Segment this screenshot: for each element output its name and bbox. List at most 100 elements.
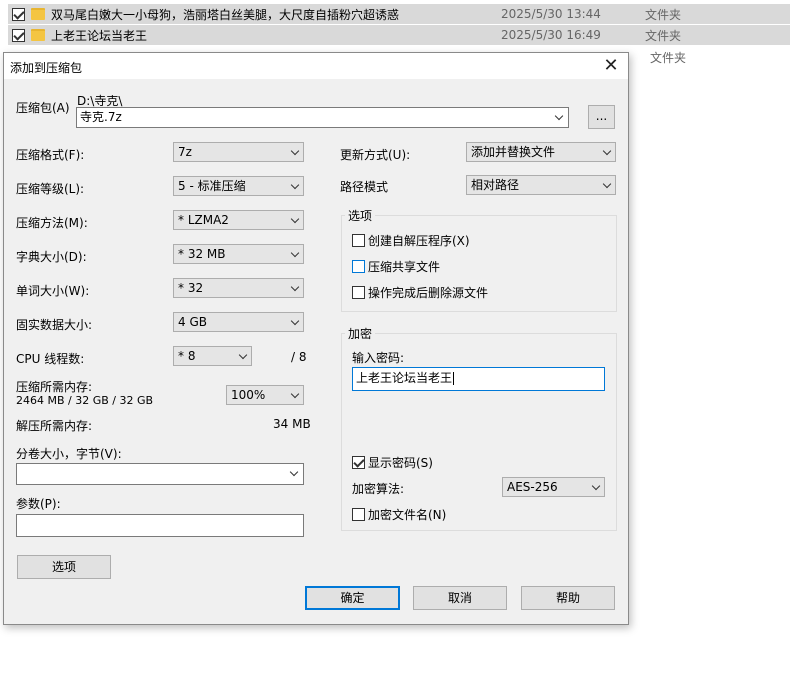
dict-value: * 32 MB	[178, 247, 226, 261]
delete-source-label: 操作完成后删除源文件	[368, 286, 489, 300]
chevron-down-icon	[290, 282, 300, 292]
format-value: 7z	[178, 145, 192, 159]
update-select[interactable]: 添加并替换文件	[466, 142, 616, 162]
chevron-down-icon	[238, 350, 248, 360]
chevron-down-icon	[290, 146, 300, 156]
method-select[interactable]: * LZMA2	[173, 210, 304, 230]
chevron-down-icon	[290, 180, 300, 190]
solid-value: 4 GB	[178, 315, 207, 329]
chevron-down-icon[interactable]	[289, 467, 299, 477]
algorithm-value: AES-256	[507, 480, 558, 494]
file-type: 文件夹	[645, 28, 682, 43]
checkbox-box[interactable]	[352, 508, 365, 521]
chevron-down-icon	[591, 481, 601, 491]
encrypt-names-label: 加密文件名(N)	[368, 508, 447, 522]
cpu-label: CPU 线程数:	[16, 352, 85, 366]
split-label: 分卷大小，字节(V):	[16, 447, 122, 461]
row-checkbox[interactable]	[12, 28, 25, 42]
dialog-title: 添加到压缩包	[10, 61, 83, 75]
method-value: * LZMA2	[178, 213, 229, 227]
checkbox-box[interactable]	[352, 456, 365, 469]
chevron-down-icon	[290, 389, 300, 399]
mem-compress-detail: 2464 MB / 32 GB / 32 GB	[16, 394, 154, 407]
method-label: 压缩方法(M):	[16, 216, 88, 230]
file-type: 文件夹	[650, 51, 687, 65]
file-date: 2025/5/30 13:44	[501, 7, 601, 21]
chevron-down-icon	[290, 316, 300, 326]
params-input[interactable]	[16, 514, 304, 537]
text-caret	[453, 372, 455, 385]
shared-checkbox[interactable]: 压缩共享文件	[352, 258, 440, 275]
delete-source-checkbox[interactable]: 操作完成后删除源文件	[352, 284, 488, 301]
path-mode-label: 路径模式	[340, 180, 389, 194]
password-value: 上老王论坛当老王	[356, 371, 453, 385]
sfx-label: 创建自解压程序(X)	[368, 234, 470, 248]
shared-label: 压缩共享文件	[368, 260, 441, 274]
checkbox-box[interactable]	[352, 260, 365, 273]
update-value: 添加并替换文件	[471, 145, 556, 159]
mem-usage-select[interactable]: 100%	[226, 385, 304, 405]
help-button[interactable]: 帮助	[521, 586, 615, 610]
add-to-archive-dialog: 添加到压缩包 ✕ 压缩包(A) D:\寺克\ 寺克.7z ... 压缩格式(F)…	[3, 52, 629, 625]
mem-compress-label: 压缩所需内存:	[16, 380, 93, 394]
mem-usage-value: 100%	[231, 388, 266, 402]
browse-button[interactable]: ...	[588, 105, 615, 129]
word-select[interactable]: * 32	[173, 278, 304, 298]
checkbox-box[interactable]	[352, 286, 365, 299]
encryption-group-title: 加密	[345, 325, 376, 342]
update-label: 更新方式(U):	[340, 148, 411, 162]
algorithm-label: 加密算法:	[352, 482, 405, 496]
dict-select[interactable]: * 32 MB	[173, 244, 304, 264]
file-row[interactable]: 双马尾白嫩大一小母狗，浩丽塔白丝美腿，大尺度自插粉穴超诱惑 2025/5/30 …	[8, 4, 790, 24]
level-value: 5 - 标准压缩	[178, 179, 246, 193]
format-select[interactable]: 7z	[173, 142, 304, 162]
word-value: * 32	[178, 281, 204, 295]
chevron-down-icon	[290, 214, 300, 224]
mem-decompress-value: 34 MB	[273, 417, 311, 431]
level-select[interactable]: 5 - 标准压缩	[173, 176, 304, 196]
cpu-select[interactable]: * 8	[173, 346, 252, 366]
path-mode-value: 相对路径	[471, 178, 520, 192]
chevron-down-icon	[290, 248, 300, 258]
archive-label: 压缩包(A)	[16, 101, 70, 115]
chevron-down-icon	[602, 179, 612, 189]
file-name: 双马尾白嫩大一小母狗，浩丽塔白丝美腿，大尺度自插粉穴超诱惑	[51, 7, 400, 22]
format-label: 压缩格式(F):	[16, 148, 85, 162]
level-label: 压缩等级(L):	[16, 182, 85, 196]
archive-name-value: 寺克.7z	[80, 110, 122, 124]
chevron-down-icon	[602, 146, 612, 156]
file-row[interactable]: 上老王论坛当老王 2025/5/30 16:49 文件夹	[8, 25, 790, 45]
cpu-max: / 8	[291, 350, 307, 364]
mem-decompress-label: 解压所需内存:	[16, 419, 93, 433]
options-group-title: 选项	[345, 207, 376, 224]
cancel-button[interactable]: 取消	[413, 586, 507, 610]
split-size-input[interactable]	[16, 463, 304, 485]
chevron-down-icon[interactable]	[554, 111, 564, 121]
close-icon[interactable]: ✕	[600, 56, 622, 76]
folder-icon	[31, 8, 45, 20]
file-type: 文件夹	[645, 7, 682, 22]
solid-label: 固实数据大小:	[16, 318, 93, 332]
word-label: 单词大小(W):	[16, 284, 90, 298]
path-mode-select[interactable]: 相对路径	[466, 175, 616, 195]
encrypt-names-checkbox[interactable]: 加密文件名(N)	[352, 506, 446, 523]
checkbox-box[interactable]	[352, 234, 365, 247]
solid-select[interactable]: 4 GB	[173, 312, 304, 332]
cpu-value: * 8	[178, 349, 196, 363]
ok-button[interactable]: 确定	[305, 586, 400, 610]
folder-icon	[31, 29, 45, 41]
show-password-checkbox[interactable]: 显示密码(S)	[352, 454, 433, 471]
params-label: 参数(P):	[16, 497, 61, 511]
sfx-checkbox[interactable]: 创建自解压程序(X)	[352, 232, 470, 249]
algorithm-select[interactable]: AES-256	[502, 477, 605, 497]
file-name: 上老王论坛当老王	[51, 28, 148, 43]
password-label: 输入密码:	[352, 351, 405, 365]
password-input[interactable]: 上老王论坛当老王	[352, 367, 605, 391]
row-checkbox[interactable]	[12, 7, 25, 21]
options-button[interactable]: 选项	[17, 555, 111, 579]
dict-label: 字典大小(D):	[16, 250, 87, 264]
show-password-label: 显示密码(S)	[368, 456, 433, 470]
archive-name-input[interactable]: 寺克.7z	[76, 107, 569, 128]
file-date: 2025/5/30 16:49	[501, 28, 601, 42]
title-bar: 添加到压缩包 ✕	[4, 53, 628, 79]
